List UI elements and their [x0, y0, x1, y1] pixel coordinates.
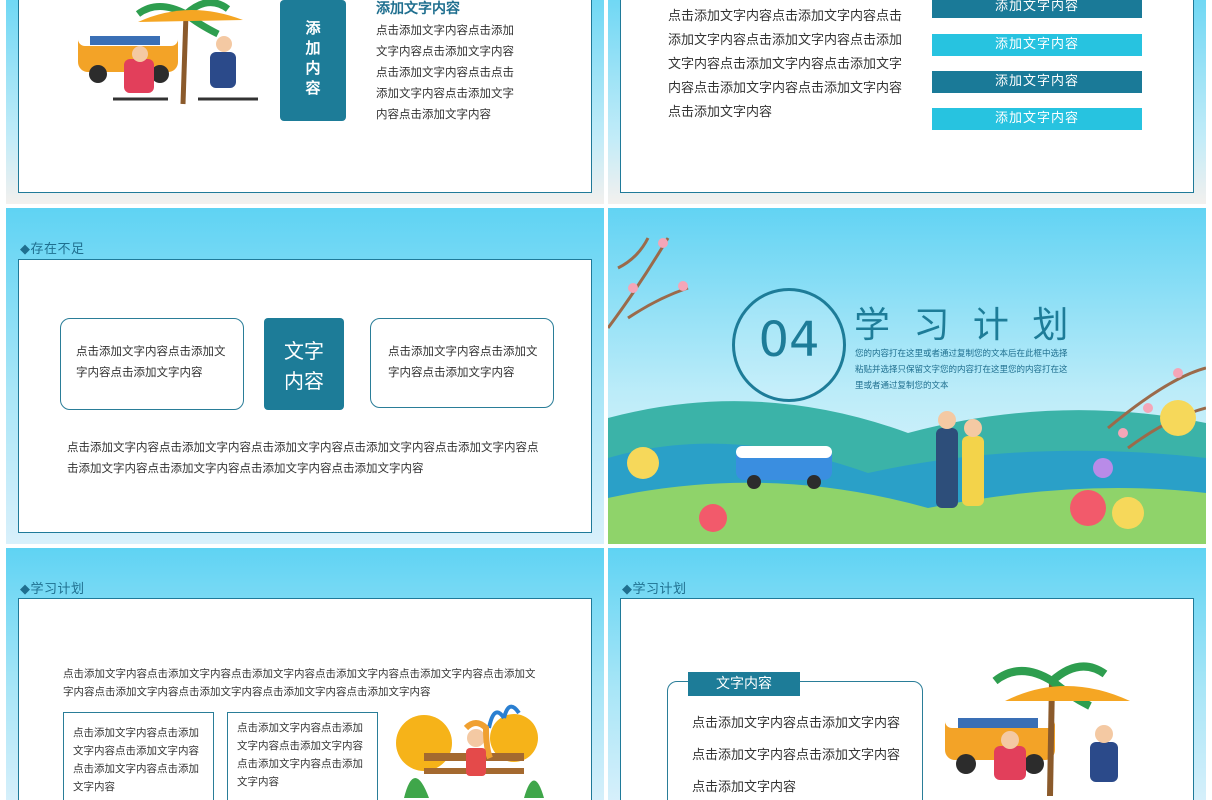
chapter-subtitle: 您的内容打在这里或者通过复制您的文本后在此框中选择粘贴并选择只保留文字您的内容打… [855, 349, 1068, 391]
text-box-1-text: 点击添加文字内容点击添加文字内容点击添加文字内容点击添加文字内容点击添加文字内容 [73, 727, 199, 793]
slide-thumbnail-5[interactable]: ◆学习计划 点击添加文字内容点击添加文字内容点击添加文字内容点击添加文字内容点击… [6, 548, 604, 800]
right-text-box: 点击添加文字内容点击添加文字内容点击添加文字内容 [370, 318, 554, 408]
content-button-1[interactable]: 添加文字内容 [932, 0, 1142, 18]
slide3-bottom-text: 点击添加文字内容点击添加文字内容点击添加文字内容点击添加文字内容点击添加文字内容… [67, 440, 539, 475]
section-title: ◆学习计划 [622, 582, 687, 597]
slide2-body: 点击添加文字内容点击添加文字内容点击添加文字内容点击添加文字内容点击添加文字内容… [668, 9, 903, 120]
content-button-3[interactable]: 添加文字内容 [932, 71, 1142, 93]
content-button-2[interactable]: 添加文字内容 [932, 34, 1142, 56]
section-title: ◆存在不足 [20, 242, 85, 257]
beach-van-illustration [78, 0, 258, 105]
slide-thumbnail-1[interactable]: 添 加 内 容 添加文字内容 点击添加文字内容点击添加文字内容点击添加文字内容点… [6, 0, 604, 204]
left-box-text: 点击添加文字内容点击添加文字内容点击添加文字内容 [76, 344, 226, 379]
slide6-body: 点击添加文字内容点击添加文字内容点击添加文字内容点击添加文字内容点击添加文字内容 [692, 716, 901, 795]
card-title-bar: 文字内容 [688, 672, 800, 696]
left-text-box: 点击添加文字内容点击添加文字内容点击添加文字内容 [60, 318, 244, 410]
park-bench-illustration [396, 704, 544, 798]
slide1-body: 点击添加文字内容点击添加文字内容点击添加文字内容点击添加文字内容点击点击添加文字… [376, 23, 514, 121]
text-box-1: 点击添加文字内容点击添加文字内容点击添加文字内容点击添加文字内容点击添加文字内容 [63, 712, 214, 800]
section-title: ◆学习计划 [20, 582, 85, 597]
vertical-label-box: 添 加 内 容 [280, 0, 346, 121]
slide-thumbnail-4[interactable]: 04 学 习 计 划 您的内容打在这里或者通过复制您的文本后在此框中选择粘贴并选… [608, 208, 1206, 544]
slide5-top-text: 点击添加文字内容点击添加文字内容点击添加文字内容点击添加文字内容点击添加文字内容… [63, 668, 536, 698]
slide1-heading: 添加文字内容 [376, 1, 460, 17]
chapter-number: 04 [758, 312, 820, 368]
slide-thumbnail-6[interactable]: ◆学习计划 文字内容 点击添加文字内容点击添加文字内容点击添加文字内容点击添加文… [608, 548, 1206, 800]
slide-thumbnail-2[interactable]: 点击添加文字内容点击添加文字内容点击添加文字内容点击添加文字内容点击添加文字内容… [608, 0, 1206, 204]
slide-thumbnail-3[interactable]: ◆存在不足 点击添加文字内容点击添加文字内容点击添加文字内容 文字 内容 点击添… [6, 208, 604, 544]
chapter-title: 学 习 计 划 [854, 305, 1075, 346]
text-box-2: 点击添加文字内容点击添加文字内容点击添加文字内容点击添加文字内容点击添加文字内容 [227, 712, 378, 800]
beach-van-illustration [945, 662, 1130, 796]
text-box-2-text: 点击添加文字内容点击添加文字内容点击添加文字内容点击添加文字内容点击添加文字内容 [237, 722, 363, 788]
right-box-text: 点击添加文字内容点击添加文字内容点击添加文字内容 [388, 344, 538, 379]
content-button-4[interactable]: 添加文字内容 [932, 108, 1142, 130]
center-label-box: 文字 内容 [264, 318, 344, 410]
